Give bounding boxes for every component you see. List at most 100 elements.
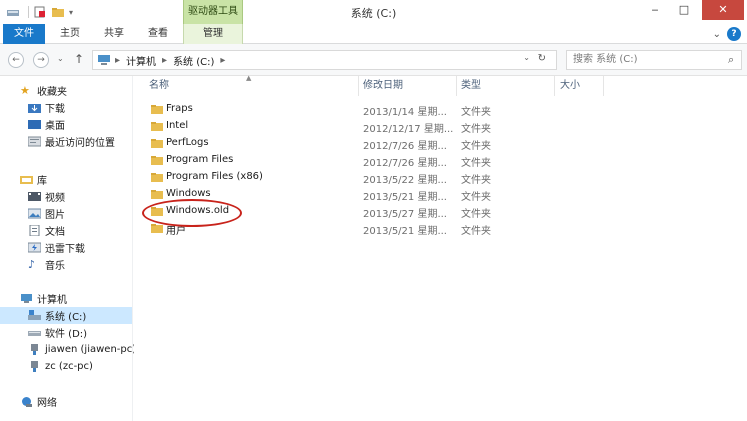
up-button[interactable]: ↑ (74, 52, 84, 66)
highlight-ellipse (142, 199, 242, 227)
forward-button[interactable]: → (33, 52, 49, 68)
file-date: 2012/12/17 星期... (363, 124, 454, 135)
nav-item-label: 桌面 (45, 121, 65, 132)
file-type: 文件夹 (461, 141, 491, 152)
star-icon: ★ (20, 84, 30, 97)
address-dropdown-icon[interactable]: ⌄ (523, 53, 530, 62)
expand-ribbon-icon[interactable]: ⌄ (713, 29, 721, 40)
nav-item-downloads[interactable]: 下载 (0, 99, 132, 116)
nav-item-drive-c[interactable]: 系统 (C:) (0, 307, 132, 324)
nav-item-documents[interactable]: 文档 (0, 222, 132, 239)
breadcrumb-separator[interactable]: ▸ (115, 55, 120, 66)
file-name: Windows (166, 188, 211, 199)
nav-item-label: zc (zc-pc) (45, 361, 93, 372)
file-row[interactable]: Program Files 2012/7/26 星期... 文件夹 (134, 152, 747, 169)
music-icon: ♪ (28, 258, 36, 271)
nav-computer[interactable]: 计算机 (0, 290, 132, 307)
video-icon (28, 192, 41, 201)
file-date: 2013/1/14 星期... (363, 107, 447, 118)
download-folder-icon (28, 104, 41, 113)
nav-item-label: 音乐 (45, 261, 65, 272)
tab-manage[interactable]: 管理 (183, 24, 243, 44)
folder-icon (151, 105, 163, 114)
column-header-date[interactable]: 修改日期 (363, 76, 403, 96)
nav-item-thunder-downloads[interactable]: 迅雷下载 (0, 239, 132, 256)
minimize-button[interactable]: ‒ (641, 0, 669, 20)
network-computer-icon (31, 361, 38, 372)
nav-item-zc[interactable]: zc (zc-pc) (0, 358, 132, 375)
breadcrumb-separator[interactable]: ▸ (220, 55, 225, 66)
file-type: 文件夹 (461, 192, 491, 203)
window-title: 系统 (C:) (350, 7, 397, 20)
file-row[interactable]: Intel 2012/12/17 星期... 文件夹 (134, 118, 747, 135)
file-date: 2013/5/27 星期... (363, 209, 447, 220)
nav-item-videos[interactable]: 视频 (0, 188, 132, 205)
search-icon[interactable]: ⌕ (728, 53, 743, 67)
folder-icon (151, 173, 163, 182)
tab-home[interactable]: 主页 (52, 24, 88, 44)
network-icon (22, 397, 32, 407)
breadcrumb-separator[interactable]: ▸ (162, 55, 167, 66)
nav-network-label: 网络 (37, 398, 57, 409)
nav-item-label: 文档 (45, 227, 65, 238)
nav-item-jiawen[interactable]: jiawen (jiawen-pc) (0, 341, 136, 358)
back-button[interactable]: ← (8, 52, 24, 68)
column-header-name[interactable]: 名称 (149, 76, 169, 96)
folder-icon (151, 122, 163, 131)
nav-item-recent[interactable]: 最近访问的位置 (0, 133, 132, 150)
computer-icon (98, 55, 110, 65)
column-header-type[interactable]: 类型 (461, 76, 481, 96)
file-row[interactable]: PerfLogs 2012/7/26 星期... 文件夹 (134, 135, 747, 152)
address-bar[interactable]: ▸ 计算机 ▸ 系统 (C:) ▸ ⌄ ↻ (92, 50, 557, 70)
desktop-icon (28, 120, 41, 129)
navigation-pane: ★ 收藏夹 下载 桌面 最近访问的位置 库 视频 图片 文档 迅雷下载 ♪ 音乐… (0, 76, 136, 421)
nav-item-label: 系统 (C:) (45, 312, 87, 323)
library-icon (20, 176, 33, 184)
nav-libraries-label: 库 (37, 176, 47, 187)
sort-ascending-icon: ▲ (246, 74, 252, 82)
file-type: 文件夹 (461, 107, 491, 118)
thunder-download-icon (28, 242, 41, 253)
file-type: 文件夹 (461, 226, 491, 237)
nav-item-pictures[interactable]: 图片 (0, 205, 132, 222)
tab-file[interactable]: 文件 (3, 24, 45, 44)
nav-network[interactable]: 网络 (0, 393, 132, 410)
recent-locations-icon[interactable]: ⌄ (57, 54, 64, 63)
file-date: 2013/5/21 星期... (363, 192, 447, 203)
file-row[interactable]: Program Files (x86) 2013/5/22 星期... 文件夹 (134, 169, 747, 186)
search-input[interactable]: 搜索 系统 (C:) (566, 50, 742, 70)
tab-view[interactable]: 查看 (140, 24, 176, 44)
nav-item-desktop[interactable]: 桌面 (0, 116, 132, 133)
file-name: Intel (166, 120, 189, 131)
file-list: 名称 修改日期 类型 大小 Fraps 2013/1/14 星期... 文件夹 … (134, 76, 747, 421)
nav-favorites[interactable]: ★ 收藏夹 (0, 82, 132, 99)
nav-item-label: 下载 (45, 104, 65, 115)
nav-item-drive-d[interactable]: 软件 (D:) (0, 324, 132, 341)
breadcrumb-drive-c[interactable]: 系统 (C:) (173, 53, 214, 68)
recent-places-icon (28, 136, 41, 147)
nav-item-label: 图片 (45, 210, 65, 221)
file-name: Program Files (166, 154, 234, 165)
folder-icon (151, 156, 163, 165)
nav-item-music[interactable]: ♪ 音乐 (0, 256, 132, 273)
picture-icon (28, 208, 41, 219)
file-type: 文件夹 (461, 124, 491, 135)
folder-icon (151, 139, 163, 148)
drive-icon (28, 331, 41, 336)
breadcrumb-computer[interactable]: 计算机 (126, 53, 156, 68)
nav-favorites-label: 收藏夹 (37, 87, 67, 98)
system-drive-icon (28, 310, 41, 320)
close-button[interactable]: ✕ (702, 0, 744, 20)
tab-share[interactable]: 共享 (96, 24, 132, 44)
file-type: 文件夹 (461, 209, 491, 220)
maximize-button[interactable]: □ (670, 0, 698, 20)
file-row[interactable]: Fraps 2013/1/14 星期... 文件夹 (134, 101, 747, 118)
column-header-size[interactable]: 大小 (560, 76, 580, 96)
nav-libraries[interactable]: 库 (0, 171, 132, 188)
file-date: 2013/5/21 星期... (363, 226, 447, 237)
file-name: Fraps (166, 103, 193, 114)
file-row[interactable]: Windows 2013/5/21 星期... 文件夹 (134, 186, 747, 203)
help-icon[interactable]: ? (727, 27, 741, 41)
refresh-icon[interactable]: ↻ (538, 53, 546, 64)
file-type: 文件夹 (461, 175, 491, 186)
